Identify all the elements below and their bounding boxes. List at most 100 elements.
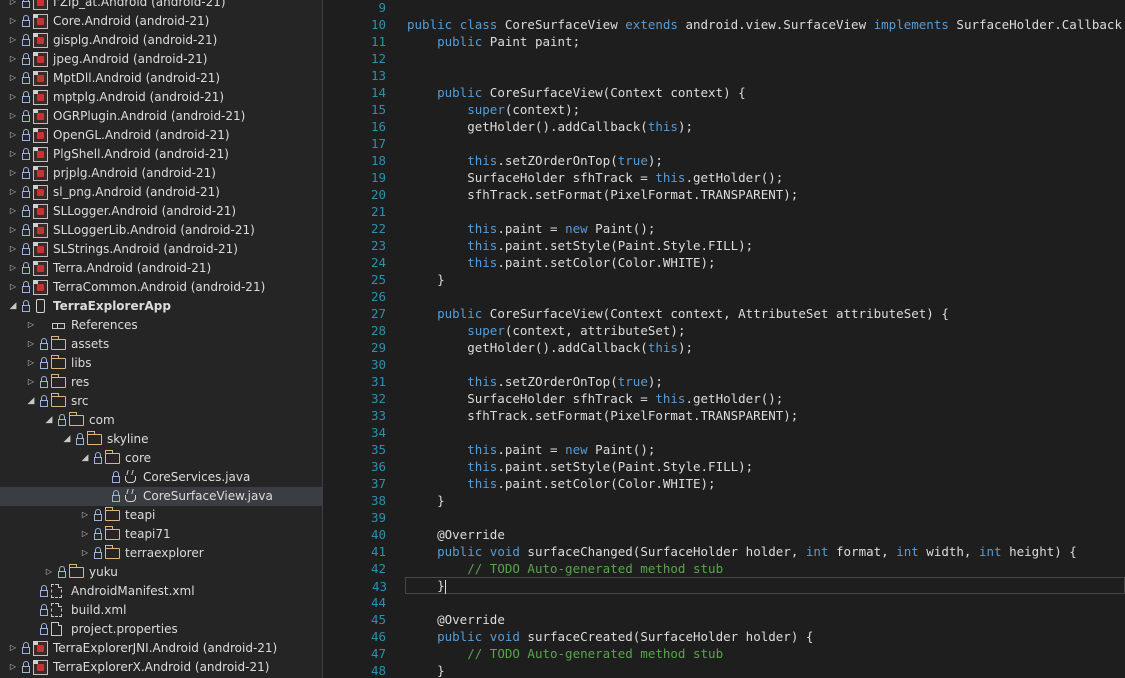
code-line[interactable]: 18 this.setZOrderOnTop(true); <box>347 152 1125 169</box>
expand-arrow-icon[interactable]: ▷ <box>8 73 18 83</box>
expand-arrow-icon[interactable]: ▷ <box>26 377 36 387</box>
tree-item[interactable]: ▷ SLLogger.Android (android-21) <box>0 202 322 221</box>
tree-item[interactable]: ◢ TerraExplorerApp <box>0 297 322 316</box>
code-line[interactable]: 19 SurfaceHolder sfhTrack = this.getHold… <box>347 169 1125 186</box>
code-line[interactable]: 21 <box>347 203 1125 220</box>
tree-item[interactable]: ▷ terraexplorer <box>0 544 322 563</box>
collapse-arrow-icon[interactable]: ◢ <box>80 453 90 463</box>
tree-item[interactable]: ▷ OpenGL.Android (android-21) <box>0 126 322 145</box>
expand-arrow-icon[interactable]: ▷ <box>26 339 36 349</box>
code-line[interactable]: 14 public CoreSurfaceView(Context contex… <box>347 84 1125 101</box>
expand-arrow-icon[interactable]: ▷ <box>8 225 18 235</box>
code-line[interactable]: 41 public void surfaceChanged(SurfaceHol… <box>347 543 1125 560</box>
tree-item[interactable]: ▷ PlgShell.Android (android-21) <box>0 145 322 164</box>
code-line[interactable]: 26 <box>347 288 1125 305</box>
expand-arrow-icon[interactable]: ▷ <box>8 263 18 273</box>
code-line[interactable]: 13 <box>347 67 1125 84</box>
expand-arrow-icon[interactable]: ▷ <box>8 92 18 102</box>
tree-item[interactable]: ▷ Core.Android (android-21) <box>0 12 322 31</box>
expand-arrow-icon[interactable]: ▷ <box>80 548 90 558</box>
tree-item[interactable]: ▷ TerraExplorerJNI.Android (android-21) <box>0 639 322 658</box>
expand-arrow-icon[interactable]: ▷ <box>8 16 18 26</box>
tree-item[interactable]: ▷ sl_png.Android (android-21) <box>0 183 322 202</box>
tree-item[interactable]: ▷ I'Zip_at.Android (android-21) <box>0 0 322 12</box>
tree-item[interactable]: ◢ src <box>0 392 322 411</box>
expand-arrow-icon[interactable]: ▷ <box>8 244 18 254</box>
tree-item[interactable]: ◢ skyline <box>0 430 322 449</box>
expand-arrow-icon[interactable]: ▷ <box>80 529 90 539</box>
expand-arrow-icon[interactable]: ▷ <box>44 567 54 577</box>
code-line[interactable]: 33 sfhTrack.setFormat(PixelFormat.TRANSP… <box>347 407 1125 424</box>
code-line[interactable]: 24 this.paint.setColor(Color.WHITE); <box>347 254 1125 271</box>
expand-arrow-icon[interactable]: ▷ <box>8 206 18 216</box>
code-line[interactable]: 16 getHolder().addCallback(this); <box>347 118 1125 135</box>
tree-item[interactable]: ▷ assets <box>0 335 322 354</box>
code-line[interactable]: 22 this.paint = new Paint(); <box>347 220 1125 237</box>
code-line[interactable]: 30 <box>347 356 1125 373</box>
tree-item[interactable]: ▷ gisplg.Android (android-21) <box>0 31 322 50</box>
code-line[interactable]: 44 <box>347 594 1125 611</box>
expand-arrow-icon[interactable]: ▷ <box>80 510 90 520</box>
code-line[interactable]: 12 <box>347 50 1125 67</box>
collapse-arrow-icon[interactable]: ◢ <box>62 434 72 444</box>
collapse-arrow-icon[interactable]: ◢ <box>26 396 36 406</box>
expand-arrow-icon[interactable]: ▷ <box>26 358 36 368</box>
tree-item[interactable]: ▷ References <box>0 316 322 335</box>
code-line[interactable]: 42 // TODO Auto-generated method stub <box>347 560 1125 577</box>
code-line[interactable]: 11 public Paint paint; <box>347 33 1125 50</box>
expand-arrow-icon[interactable]: ▷ <box>8 643 18 653</box>
tree-item[interactable]: ▷ prjplg.Android (android-21) <box>0 164 322 183</box>
code-line[interactable]: 48 } <box>347 662 1125 678</box>
tree-item[interactable]: AndroidManifest.xml <box>0 582 322 601</box>
code-line[interactable]: 10 public class CoreSurfaceView extends a… <box>347 16 1125 33</box>
code-editor[interactable]: 9 10 public class CoreSurfaceView extends … <box>347 0 1125 678</box>
tree-item[interactable]: ▷ libs <box>0 354 322 373</box>
code-line[interactable]: 29 getHolder().addCallback(this); <box>347 339 1125 356</box>
tree-item[interactable]: project.properties <box>0 620 322 639</box>
tree-item[interactable]: CoreServices.java <box>0 468 322 487</box>
tree-item[interactable]: ▷ MptDll.Android (android-21) <box>0 69 322 88</box>
expand-arrow-icon[interactable]: ▷ <box>8 187 18 197</box>
code-line[interactable]: 36 this.paint.setStyle(Paint.Style.FILL)… <box>347 458 1125 475</box>
expand-arrow-icon[interactable]: ▷ <box>8 130 18 140</box>
expand-arrow-icon[interactable]: ▷ <box>8 168 18 178</box>
tree-item[interactable]: ▷ teapi71 <box>0 525 322 544</box>
collapse-arrow-icon[interactable]: ◢ <box>44 415 54 425</box>
expand-arrow-icon[interactable]: ▷ <box>8 282 18 292</box>
code-line[interactable]: 25 } <box>347 271 1125 288</box>
tree-item[interactable]: build.xml <box>0 601 322 620</box>
code-line[interactable]: 27 public CoreSurfaceView(Context contex… <box>347 305 1125 322</box>
tree-item[interactable]: ▷ res <box>0 373 322 392</box>
tree-item[interactable]: ▷ OGRPlugin.Android (android-21) <box>0 107 322 126</box>
tree-item[interactable]: ▷ yuku <box>0 563 322 582</box>
code-line[interactable]: 15 super(context); <box>347 101 1125 118</box>
tree-item[interactable]: ▷ mptplg.Android (android-21) <box>0 88 322 107</box>
tree-item[interactable]: ▷ Terra.Android (android-21) <box>0 259 322 278</box>
code-line[interactable]: 45 @Override <box>347 611 1125 628</box>
expand-arrow-icon[interactable]: ▷ <box>26 320 36 330</box>
code-line[interactable]: 40 @Override <box>347 526 1125 543</box>
expand-arrow-icon[interactable]: ▷ <box>8 662 18 672</box>
code-line[interactable]: 28 super(context, attributeSet); <box>347 322 1125 339</box>
code-line[interactable]: 46 public void surfaceCreated(SurfaceHol… <box>347 628 1125 645</box>
tree-item[interactable]: ◢ core <box>0 449 322 468</box>
code-line[interactable]: 9 <box>347 0 1125 16</box>
code-line[interactable]: 32 SurfaceHolder sfhTrack = this.getHold… <box>347 390 1125 407</box>
code-line[interactable]: 38 } <box>347 492 1125 509</box>
code-line[interactable]: 17 <box>347 135 1125 152</box>
tree-item[interactable]: ▷ TerraCommon.Android (android-21) <box>0 278 322 297</box>
tree-item[interactable]: ▷ SLStrings.Android (android-21) <box>0 240 322 259</box>
code-line[interactable]: 23 this.paint.setStyle(Paint.Style.FILL)… <box>347 237 1125 254</box>
current-code-line[interactable]: 43 } <box>372 577 1125 594</box>
tree-item[interactable]: ◢ com <box>0 411 322 430</box>
expand-arrow-icon[interactable]: ▷ <box>8 0 18 7</box>
code-line[interactable]: 47 // TODO Auto-generated method stub <box>347 645 1125 662</box>
code-line[interactable]: 35 this.paint = new Paint(); <box>347 441 1125 458</box>
code-line[interactable]: 39 <box>347 509 1125 526</box>
expand-arrow-icon[interactable]: ▷ <box>8 35 18 45</box>
code-line[interactable]: 20 sfhTrack.setFormat(PixelFormat.TRANSP… <box>347 186 1125 203</box>
tree-item[interactable]: ▷ TerraExplorerX.Android (android-21) <box>0 658 322 677</box>
tree-item[interactable]: ▷ teapi <box>0 506 322 525</box>
expand-arrow-icon[interactable]: ▷ <box>8 54 18 64</box>
code-line[interactable]: 37 this.paint.setColor(Color.WHITE); <box>347 475 1125 492</box>
